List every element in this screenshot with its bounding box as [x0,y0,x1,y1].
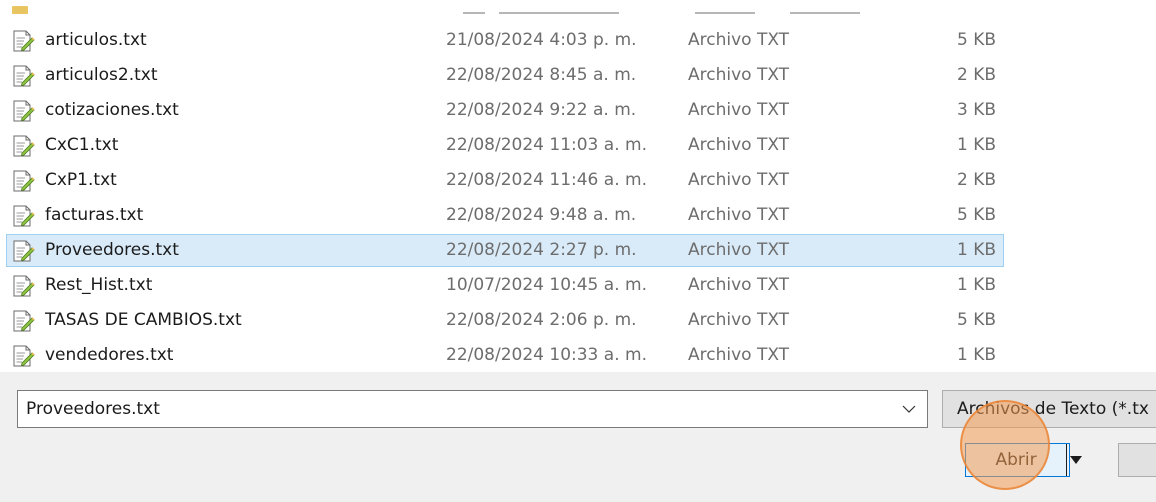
file-date-modified: 22/08/2024 2:06 p. m. [446,310,637,330]
text-file-icon [13,135,35,157]
file-name: Rest_Hist.txt [45,275,153,295]
text-file-icon [13,275,35,297]
file-row-partial[interactable] [0,0,1156,20]
file-size: 1 KB [956,240,996,260]
file-type: Archivo TXT [688,240,790,260]
text-file-icon [13,205,35,227]
file-type: Archivo TXT [688,135,790,155]
file-date-modified: 10/07/2024 10:45 a. m. [446,275,647,295]
dialog-bottom-panel: Archivos de Texto (*.tx Abrir [0,372,1156,502]
file-row[interactable]: CxP1.txt 22/08/2024 11:46 a. m. Archivo … [6,164,1004,197]
file-date-modified: 22/08/2024 11:03 a. m. [446,135,647,155]
file-row[interactable]: Rest_Hist.txt 10/07/2024 10:45 a. m. Arc… [6,269,1004,302]
file-name: TASAS DE CAMBIOS.txt [45,310,242,330]
file-type: Archivo TXT [688,205,790,225]
text-file-icon [13,100,35,122]
file-date-modified: 22/08/2024 9:22 a. m. [446,100,637,120]
file-date-modified: 22/08/2024 8:45 a. m. [446,65,637,85]
file-name-combobox[interactable] [17,390,928,428]
file-row[interactable]: Proveedores.txt 22/08/2024 2:27 p. m. Ar… [6,234,1004,267]
file-date-modified: 21/08/2024 4:03 p. m. [446,30,637,50]
text-file-icon [13,30,35,52]
file-type: Archivo TXT [688,65,790,85]
file-date-modified: 22/08/2024 11:46 a. m. [446,170,647,190]
file-type-label: Archivos de Texto (*.tx [957,399,1149,419]
file-date-modified: 22/08/2024 9:48 a. m. [446,205,637,225]
file-size: 1 KB [956,135,996,155]
file-row[interactable]: cotizaciones.txt 22/08/2024 9:22 a. m. A… [6,94,1004,127]
open-button-label: Abrir [995,450,1037,470]
file-type: Archivo TXT [688,170,790,190]
file-name: vendedores.txt [45,345,174,365]
file-size: 5 KB [956,205,996,225]
file-name: facturas.txt [45,205,144,225]
chevron-down-icon[interactable] [891,391,927,427]
file-name-input[interactable] [18,391,888,427]
file-row[interactable]: vendedores.txt 22/08/2024 10:33 a. m. Ar… [6,339,1004,372]
file-row[interactable]: articulos.txt 21/08/2024 4:03 p. m. Arch… [6,24,1004,57]
file-size: 5 KB [956,30,996,50]
file-type: Archivo TXT [688,345,790,365]
file-name: CxC1.txt [45,135,119,155]
file-type: Archivo TXT [688,100,790,120]
file-size: 2 KB [956,65,996,85]
text-file-icon [13,240,35,262]
file-date-modified: 22/08/2024 2:27 p. m. [446,240,637,260]
file-date-modified: 22/08/2024 10:33 a. m. [446,345,647,365]
file-row[interactable]: TASAS DE CAMBIOS.txt 22/08/2024 2:06 p. … [6,304,1004,337]
file-size: 1 KB [956,345,996,365]
file-type: Archivo TXT [688,310,790,330]
text-file-icon [13,65,35,87]
file-type: Archivo TXT [688,30,790,50]
file-row[interactable]: facturas.txt 22/08/2024 9:48 a. m. Archi… [6,199,1004,232]
text-file-icon [13,170,35,192]
file-size: 2 KB [956,170,996,190]
file-name: Proveedores.txt [45,240,179,260]
file-name: articulos2.txt [45,65,158,85]
file-name: CxP1.txt [45,170,117,190]
folder-icon [12,6,28,14]
cancel-button[interactable] [1118,443,1156,477]
file-row[interactable]: CxC1.txt 22/08/2024 11:03 a. m. Archivo … [6,129,1004,162]
file-list[interactable]: articulos.txt 21/08/2024 4:03 p. m. Arch… [0,0,1156,372]
file-type: Archivo TXT [688,275,790,295]
open-button-divider [1066,444,1067,476]
file-name: articulos.txt [45,30,147,50]
file-row[interactable]: articulos2.txt 22/08/2024 8:45 a. m. Arc… [6,59,1004,92]
file-type-select[interactable]: Archivos de Texto (*.tx [942,390,1156,428]
text-file-icon [13,345,35,367]
file-name: cotizaciones.txt [45,100,179,120]
file-size: 1 KB [956,275,996,295]
dropdown-arrow-icon[interactable] [1070,456,1082,464]
file-size: 3 KB [956,100,996,120]
open-button[interactable]: Abrir [965,443,1082,477]
text-file-icon [13,310,35,332]
file-size: 5 KB [956,310,996,330]
